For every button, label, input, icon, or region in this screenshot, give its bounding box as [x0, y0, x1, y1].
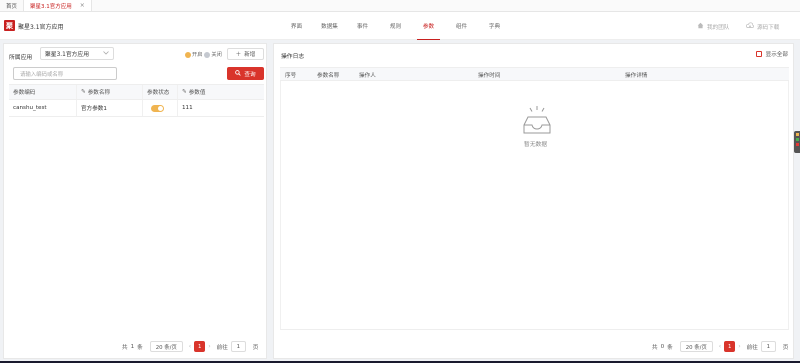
source-download-link[interactable]: 源码下载	[745, 22, 780, 31]
next-page-icon[interactable]: ›	[738, 343, 740, 350]
app-header: 聚 聚星3.1官方应用 界面 数据集 事件 规则 参数 组件 字典 我的团队 源…	[0, 12, 800, 40]
col-header-value: ✎ 参数值	[178, 85, 264, 99]
col-header-param-name: 参数名称	[317, 73, 340, 79]
empty-text: 暂无数据	[523, 142, 548, 148]
col-header-operation-time: 操作时间	[478, 73, 501, 79]
side-tool-widget[interactable]	[794, 131, 800, 153]
col-header-name-label: 参数名称	[87, 90, 111, 96]
total-count: 0	[660, 343, 665, 350]
nav-item-component[interactable]: 组件	[445, 12, 478, 40]
search-icon	[235, 69, 242, 78]
page-suffix: 页	[252, 344, 259, 351]
goto-label: 前往	[746, 344, 758, 351]
param-status-cell	[143, 100, 178, 116]
tab-label: 首页	[6, 3, 18, 10]
col-header-status: 参数状态	[143, 85, 178, 99]
app-logo: 聚	[4, 20, 15, 31]
current-page-button[interactable]: 1	[194, 341, 206, 352]
search-button-label: 查询	[244, 71, 256, 78]
widget-dot-icon	[796, 143, 799, 146]
param-name-cell[interactable]: 官方参数1	[77, 100, 143, 116]
checkbox-icon[interactable]	[755, 51, 762, 57]
page-suffix: 页	[782, 344, 789, 351]
my-team-link[interactable]: 我的团队	[697, 22, 729, 31]
nav-item-interface[interactable]: 界面	[280, 12, 313, 40]
col-header-index: 序号	[285, 73, 297, 79]
total-suffix: 条	[137, 344, 143, 351]
legend-off-label: 关闭	[211, 52, 222, 58]
nav-item-rule[interactable]: 规则	[379, 12, 412, 40]
tab-label: 聚星3.1官方应用	[30, 3, 72, 10]
goto-page-input[interactable]: 1	[760, 341, 776, 352]
goto-label: 前往	[216, 344, 228, 351]
app-filter-label: 所属应用	[9, 55, 33, 61]
cloud-download-icon	[745, 22, 755, 31]
col-header-value-label: 参数值	[188, 90, 206, 96]
main-nav: 界面 数据集 事件 规则 参数 组件 字典	[280, 12, 511, 40]
nav-item-event[interactable]: 事件	[346, 12, 379, 40]
edit-icon: ✎	[182, 89, 187, 95]
app-title: 聚星3.1官方应用	[18, 24, 64, 31]
status-toggle[interactable]	[151, 104, 164, 112]
col-header-operator: 操作人	[359, 73, 376, 79]
source-download-label: 源码下载	[757, 24, 780, 31]
search-button[interactable]: 查询	[227, 67, 264, 80]
edit-icon: ✎	[81, 89, 86, 95]
page-size-select[interactable]: 20 条/页	[149, 341, 183, 352]
nav-item-param[interactable]: 参数	[412, 12, 445, 40]
param-list-panel: 所属应用 聚星3.1官方应用 开启 关闭 ＋ 新增 请输入编码或名称 查询 参数…	[3, 43, 267, 359]
param-code-cell: canshu_test	[9, 100, 77, 116]
tab-app[interactable]: 聚星3.1官方应用 ×	[24, 0, 92, 11]
widget-dot-icon	[796, 138, 799, 141]
close-icon[interactable]: ×	[80, 2, 85, 9]
nav-item-dataset[interactable]: 数据集	[313, 12, 346, 40]
param-value-cell[interactable]: 111	[178, 100, 264, 116]
col-header-code: 参数编码	[9, 85, 77, 99]
col-header-operation-detail: 操作详情	[625, 73, 648, 79]
total-prefix: 共	[652, 344, 658, 351]
nav-item-dictionary[interactable]: 字典	[478, 12, 511, 40]
app-select-value: 聚星3.1官方应用	[45, 52, 90, 58]
add-button-label: 新增	[244, 52, 256, 58]
left-pagination: 共 1 条 20 条/页 ‹ 1 › 前往 1 页	[122, 341, 258, 352]
total-prefix: 共	[122, 344, 128, 351]
goto-page-input[interactable]: 1	[230, 341, 246, 352]
total-count: 1	[130, 343, 135, 350]
right-pagination: 共 0 条 20 条/页 ‹ 1 › 前往 1 页	[652, 341, 788, 352]
table-header-row: 参数编码 ✎ 参数名称 参数状态 ✎ 参数值	[9, 84, 264, 100]
param-table: 参数编码 ✎ 参数名称 参数状态 ✎ 参数值 canshu_test 官方参数1…	[9, 84, 264, 117]
log-table-header: 序号 参数名称 操作人 操作时间 操作详情	[280, 67, 789, 81]
show-all-label: 显示全部	[765, 52, 788, 58]
team-icon	[697, 22, 704, 31]
col-header-name: ✎ 参数名称	[77, 85, 143, 99]
status-legend: 开启 关闭	[185, 51, 222, 58]
prev-page-icon[interactable]: ‹	[189, 343, 191, 350]
tab-home[interactable]: 首页	[0, 0, 25, 11]
chevron-down-icon	[103, 51, 109, 57]
my-team-label: 我的团队	[707, 24, 730, 31]
legend-on-label: 开启	[192, 52, 203, 58]
log-table-body: 暂无数据	[280, 81, 789, 330]
total-suffix: 条	[667, 344, 673, 351]
operation-log-title: 操作日志	[281, 54, 305, 60]
app-select[interactable]: 聚星3.1官方应用	[40, 47, 114, 60]
show-all-checkbox[interactable]: 显示全部	[755, 50, 788, 58]
page-size-select[interactable]: 20 条/页	[679, 341, 713, 352]
current-page-button[interactable]: 1	[724, 341, 736, 352]
empty-inbox-icon	[523, 106, 551, 134]
widget-dot-icon	[796, 133, 799, 136]
add-button[interactable]: ＋ 新增	[227, 48, 264, 60]
next-page-icon[interactable]: ›	[208, 343, 210, 350]
search-input[interactable]: 请输入编码或名称	[13, 67, 117, 80]
enabled-dot-icon	[185, 51, 191, 58]
operation-log-panel: 操作日志 显示全部 序号 参数名称 操作人 操作时间 操作详情 暂无数据 共 0…	[273, 43, 794, 359]
plus-icon: ＋	[235, 52, 242, 58]
prev-page-icon[interactable]: ‹	[719, 343, 721, 350]
browser-tab-bar: 首页 聚星3.1官方应用 ×	[0, 0, 800, 12]
table-row[interactable]: canshu_test 官方参数1 111	[9, 100, 264, 117]
disabled-dot-icon	[204, 51, 211, 58]
